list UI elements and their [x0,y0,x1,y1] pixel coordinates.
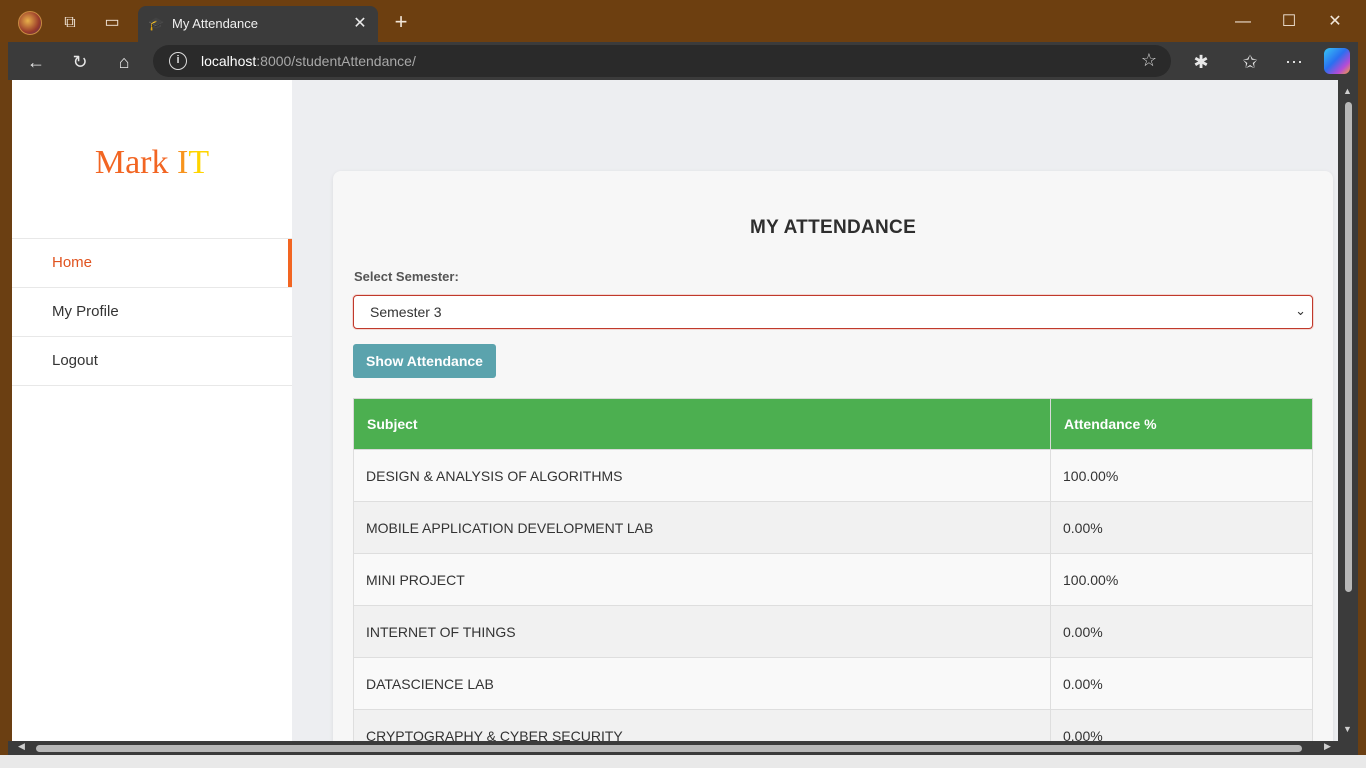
sidebar-item-my-profile[interactable]: My Profile [12,288,292,337]
semester-select-value: Semester 3 [370,304,442,320]
favorite-star-icon[interactable]: ☆ [1141,50,1157,71]
address-bar[interactable]: i localhost:8000/studentAttendance/ ☆ [153,45,1171,77]
sidebar: Mark IT Home My Profile Logout [12,80,292,741]
subject-cell: MINI PROJECT [353,553,1051,606]
attendance-cell: 0.00% [1050,501,1313,554]
profile-avatar[interactable] [18,11,42,35]
horizontal-scroll-thumb[interactable] [36,745,1302,752]
semester-select[interactable]: Semester 3 ⌄ [353,295,1313,329]
sidebar-item-logout[interactable]: Logout [12,337,292,386]
table-row: INTERNET OF THINGS 0.00% [353,605,1313,658]
page-viewport: Mark IT Home My Profile Logout MY ATTEND… [12,80,1338,741]
close-window-button[interactable]: ✕ [1312,8,1358,36]
subject-cell: INTERNET OF THINGS [353,605,1051,658]
scroll-right-icon[interactable]: ▶ [1324,741,1331,752]
home-icon[interactable]: ⌂ [111,49,137,75]
table-row: MINI PROJECT 100.00% [353,553,1313,606]
table-header-row: Subject Attendance % [353,398,1313,450]
subject-cell: DATASCIENCE LAB [353,657,1051,710]
copilot-icon[interactable] [1324,48,1350,74]
vertical-scrollbar[interactable]: ▲ ▼ [1338,80,1358,741]
address-url: localhost:8000/studentAttendance/ [201,53,416,69]
table-row: DATASCIENCE LAB 0.00% [353,657,1313,710]
vertical-scroll-thumb[interactable] [1345,102,1352,592]
select-semester-label: Select Semester: [354,269,459,284]
minimize-button[interactable]: — [1220,8,1266,36]
more-options-icon[interactable]: ⋯ [1281,49,1307,75]
tab-my-attendance[interactable]: 🎓 My Attendance ✕ [138,6,378,42]
graduation-cap-icon: 🎓 [148,16,165,31]
show-attendance-button[interactable]: Show Attendance [353,344,496,378]
column-header-subject: Subject [353,398,1051,450]
table-row: CRYPTOGRAPHY & CYBER SECURITY 0.00% [353,709,1313,741]
tab-close-icon[interactable]: ✕ [350,14,370,34]
table-row: MOBILE APPLICATION DEVELOPMENT LAB 0.00% [353,501,1313,554]
maximize-button[interactable]: ☐ [1266,8,1312,36]
browser-titlebar: ⧉ ▭ 🎓 My Attendance ✕ + — ☐ ✕ [0,0,1366,42]
attendance-cell: 0.00% [1050,657,1313,710]
tab-title: My Attendance [172,16,258,31]
subject-cell: DESIGN & ANALYSIS OF ALGORITHMS [353,449,1051,502]
scroll-down-icon[interactable]: ▼ [1343,724,1352,734]
subject-cell: CRYPTOGRAPHY & CYBER SECURITY [353,709,1051,741]
column-header-attendance: Attendance % [1050,398,1313,450]
attendance-cell: 0.00% [1050,605,1313,658]
back-arrow-icon[interactable]: ← [23,49,49,75]
horizontal-scrollbar[interactable]: ◀ ▶ [8,741,1358,755]
scroll-left-icon[interactable]: ◀ [18,741,25,752]
attendance-cell: 100.00% [1050,449,1313,502]
vertical-tabs-icon[interactable]: ▭ [100,11,124,35]
sidebar-item-home[interactable]: Home [12,239,292,288]
mark-it-logo: Mark IT [94,144,210,181]
chevron-down-icon: ⌄ [1295,303,1306,318]
new-tab-button[interactable]: + [389,11,413,35]
attendance-cell: 0.00% [1050,709,1313,741]
table-row: DESIGN & ANALYSIS OF ALGORITHMS 100.00% [353,449,1313,502]
refresh-icon[interactable]: ↻ [67,49,93,75]
scroll-up-icon[interactable]: ▲ [1343,86,1352,96]
attendance-cell: 100.00% [1050,553,1313,606]
taskbar-strip [0,755,1366,768]
site-info-icon[interactable]: i [169,52,187,70]
sidebar-menu: Home My Profile Logout [12,238,292,386]
extensions-icon[interactable]: ✱ [1188,49,1214,75]
browser-toolbar: ← ↻ ⌂ i localhost:8000/studentAttendance… [8,42,1358,80]
subject-cell: MOBILE APPLICATION DEVELOPMENT LAB [353,501,1051,554]
page-title: MY ATTENDANCE [749,217,917,238]
favorites-icon[interactable]: ✩ [1237,49,1263,75]
attendance-card: MY ATTENDANCE Select Semester: Semester … [333,171,1333,741]
workspaces-icon[interactable]: ⧉ [58,11,82,35]
attendance-table: Subject Attendance % DESIGN & ANALYSIS O… [353,398,1313,741]
